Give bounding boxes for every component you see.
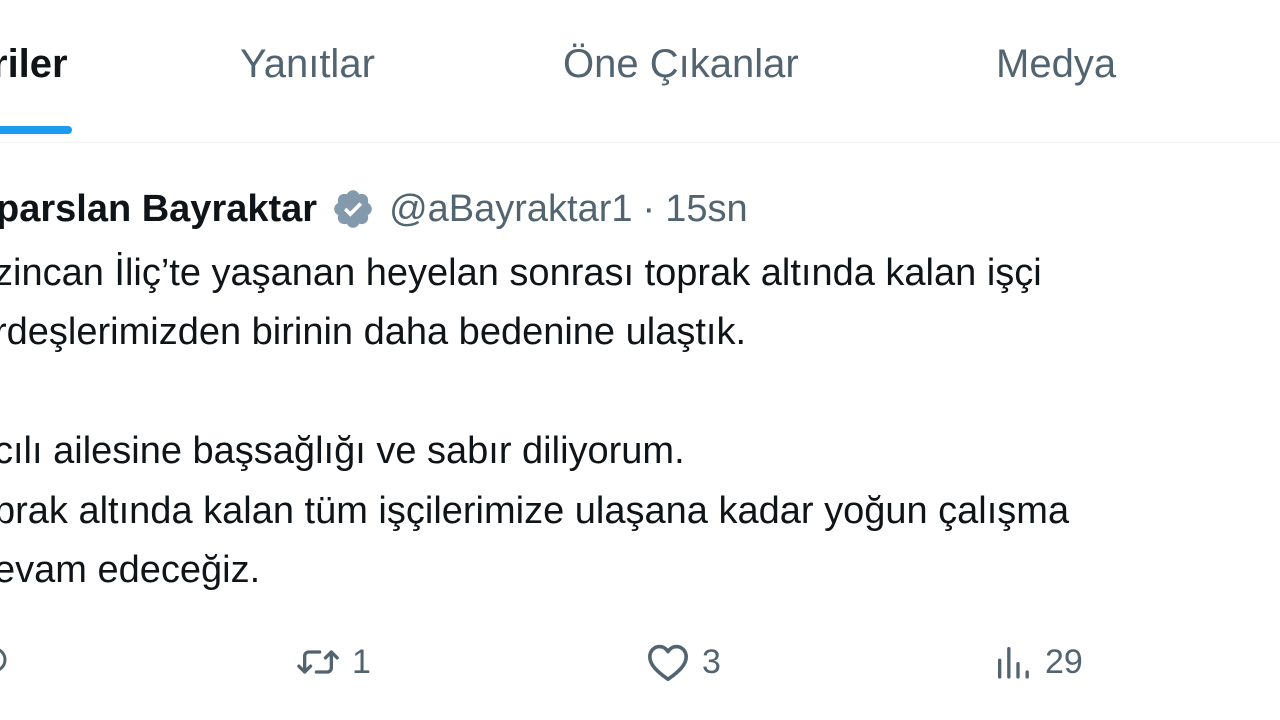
tweet-header: parslan Bayraktar @aBayraktar1 · 15sn	[0, 184, 748, 234]
views-icon	[993, 642, 1033, 682]
tweet-text-line: rdeşlerimizden birinin daha bedenine ula…	[0, 311, 747, 353]
retweet-button[interactable]: 1	[296, 632, 371, 692]
heart-icon	[646, 642, 690, 682]
reply-button[interactable]	[0, 632, 20, 692]
tab-posts[interactable]: riler	[0, 40, 68, 88]
verified-badge-icon[interactable]	[331, 187, 375, 231]
tweet-text-line: zincan İliç’te yaşanan heyelan sonrası t…	[0, 252, 1042, 294]
like-count: 3	[702, 642, 721, 681]
tweet-actions: 1 3 29	[0, 632, 1280, 692]
views-button[interactable]: 29	[993, 632, 1083, 692]
tweet-text-line: evam edeceğiz.	[0, 549, 261, 591]
profile-tabs: riler Yanıtlar Öne Çıkanlar Medya	[0, 0, 1280, 143]
like-button[interactable]: 3	[646, 632, 721, 692]
tab-replies[interactable]: Yanıtlar	[240, 40, 375, 88]
author-handle[interactable]: @aBayraktar1	[389, 188, 632, 231]
tweet-text-line: cılı ailesine başsağlığı ve sabır diliyo…	[0, 430, 685, 472]
tweet-timestamp[interactable]: 15sn	[665, 188, 747, 231]
tweet-page: riler Yanıtlar Öne Çıkanlar Medya parsla…	[0, 0, 1280, 720]
retweet-icon	[296, 642, 340, 682]
tab-highlights[interactable]: Öne Çıkanlar	[563, 40, 799, 88]
tweet-text-line: prak altında kalan tüm işçilerimize ulaş…	[0, 490, 1070, 532]
author-name[interactable]: parslan Bayraktar	[0, 188, 317, 231]
tab-media[interactable]: Medya	[996, 40, 1116, 88]
retweet-count: 1	[352, 642, 371, 681]
reply-icon	[0, 644, 8, 680]
separator-dot: ·	[642, 187, 656, 230]
views-count: 29	[1045, 642, 1083, 681]
active-tab-indicator	[0, 126, 72, 134]
